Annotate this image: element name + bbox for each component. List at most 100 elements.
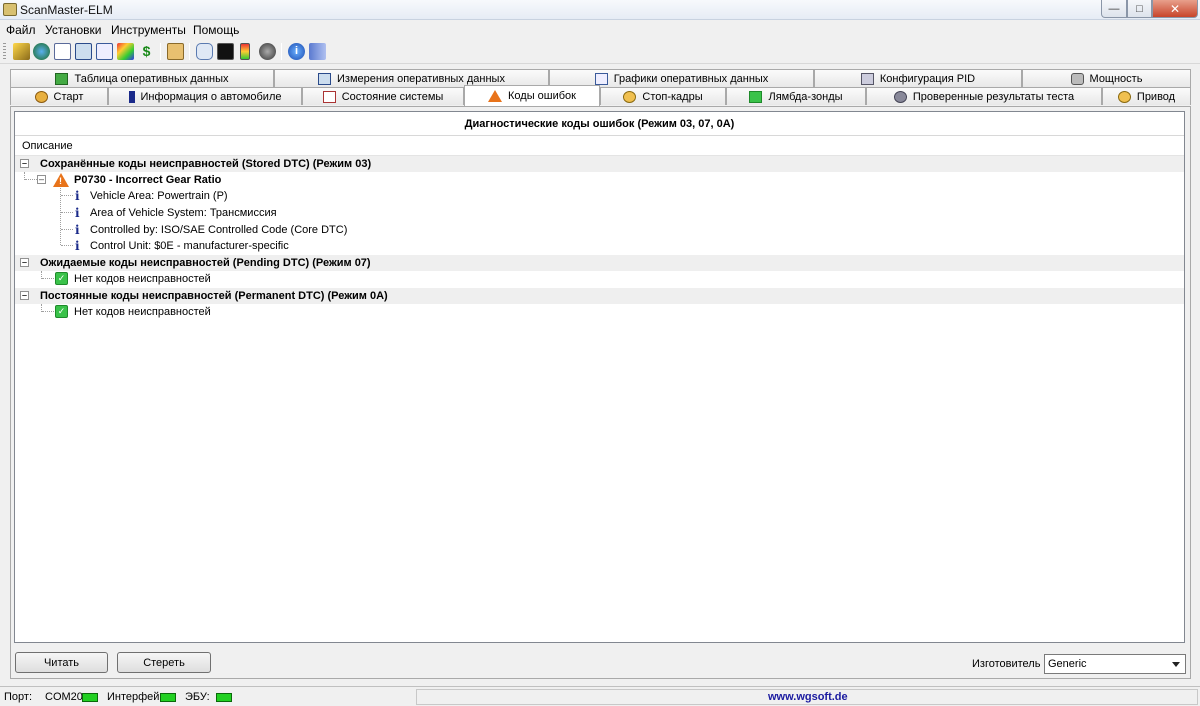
tab-freeze-frames[interactable]: Стоп-кадры — [600, 87, 726, 105]
table-icon[interactable] — [75, 43, 92, 60]
info-icon: i — [75, 206, 80, 220]
tab-label: Привод — [1136, 90, 1176, 103]
tab-label: Стоп-кадры — [642, 90, 703, 103]
group-label: Ожидаемые коды неисправностей (Pending D… — [40, 257, 371, 269]
tree-line — [61, 195, 73, 196]
dtc-detail: i Vehicle Area: Powertrain (P) — [15, 188, 1184, 204]
info-icon: i — [75, 239, 80, 253]
manufacturer-label: Изготовитель — [972, 658, 1041, 670]
clipboard-icon[interactable] — [167, 43, 184, 60]
sensor-icon — [749, 90, 763, 103]
manufacturer-select[interactable]: Generic — [1044, 654, 1186, 674]
chart-icon — [594, 72, 608, 85]
menu-bar: Файл Установки Инструменты Помощь — [0, 20, 1200, 39]
port-label: Порт: — [4, 691, 32, 703]
wand-icon[interactable] — [13, 43, 30, 60]
collapse-icon[interactable]: – — [20, 258, 29, 267]
tab-test-results[interactable]: Проверенные результаты теста — [866, 87, 1102, 105]
status-bar: Порт: COM20 Интерфейс: ЭБУ: www.wgsoft.d… — [0, 686, 1200, 706]
info-icon: i — [75, 189, 80, 203]
maximize-button[interactable]: □ — [1127, 0, 1152, 18]
no-codes-label: Нет кодов неисправностей — [74, 273, 211, 285]
manufacturer-value: Generic — [1048, 658, 1087, 670]
group-label: Сохранённые коды неисправностей (Stored … — [40, 158, 372, 170]
book-icon[interactable] — [309, 43, 326, 60]
chat-icon[interactable] — [196, 43, 213, 60]
detail-text: Vehicle Area: Powertrain (P) — [90, 190, 228, 202]
table-icon — [55, 72, 69, 85]
chart-icon[interactable] — [96, 43, 113, 60]
tree-line — [61, 212, 73, 213]
tab-trouble-codes[interactable]: Коды ошибок — [464, 85, 600, 106]
globe-icon[interactable] — [33, 43, 50, 60]
toolbar-separator — [281, 43, 282, 60]
dtc-entry[interactable]: – ! P0730 - Incorrect Gear Ratio — [15, 172, 1184, 188]
collapse-icon[interactable]: – — [20, 159, 29, 168]
stored-dtc-group[interactable]: – Сохранённые коды неисправностей (Store… — [15, 156, 1184, 172]
battery-icon[interactable] — [240, 43, 250, 60]
tab-label: Информация о автомобиле — [140, 90, 282, 103]
minimize-button[interactable]: — — [1101, 0, 1127, 18]
chevron-down-icon — [1172, 662, 1180, 667]
toolbar-separator — [189, 43, 190, 60]
close-button[interactable]: ✕ — [1152, 0, 1198, 18]
tab-drive[interactable]: Привод — [1102, 87, 1191, 105]
terminal-icon[interactable] — [217, 43, 234, 60]
menu-file[interactable]: Файл — [6, 23, 36, 37]
grid-icon — [318, 72, 332, 85]
ecu-status-led — [216, 693, 232, 702]
app-icon — [3, 3, 17, 16]
toolbar-separator — [160, 43, 161, 60]
menu-tools[interactable]: Инструменты — [111, 23, 186, 37]
permanent-dtc-group[interactable]: – Постоянные коды неисправностей (Perman… — [15, 288, 1184, 304]
disc-icon[interactable] — [259, 43, 276, 60]
tab-label: Состояние системы — [341, 90, 444, 103]
freeze-icon — [623, 90, 637, 103]
dollar-icon[interactable]: $ — [138, 43, 155, 60]
toolbar: $ i — [0, 39, 1200, 64]
info-icon[interactable]: i — [288, 43, 305, 60]
tab-label: Конфигурация PID — [879, 72, 976, 85]
pending-dtc-group[interactable]: – Ожидаемые коды неисправностей (Pending… — [15, 255, 1184, 271]
tab-power[interactable]: Мощность — [1022, 69, 1191, 87]
website-link[interactable]: www.wgsoft.de — [768, 691, 848, 703]
no-codes-row: ✓ Нет кодов неисправностей — [15, 271, 1184, 287]
document-icon[interactable] — [54, 43, 71, 60]
read-button[interactable]: Читать — [15, 652, 108, 673]
dtc-detail: i Area of Vehicle System: Трансмиссия — [15, 205, 1184, 221]
collapse-icon[interactable]: – — [20, 291, 29, 300]
detail-text: Area of Vehicle System: Трансмиссия — [90, 207, 277, 219]
no-codes-row: ✓ Нет кодов неисправностей — [15, 304, 1184, 320]
dtc-tree[interactable]: Диагностические коды ошибок (Режим 03, 0… — [14, 111, 1185, 643]
ecu-label: ЭБУ: — [185, 691, 210, 703]
toolbar-grip — [3, 43, 6, 60]
tree-line — [42, 278, 54, 279]
tab-start[interactable]: Старт — [10, 87, 108, 105]
colors-icon[interactable] — [117, 43, 134, 60]
warning-icon — [488, 90, 502, 102]
tab-o2-sensors[interactable]: Лямбда-зонды — [726, 87, 866, 105]
tab-label: Измерения оперативных данных — [337, 72, 505, 85]
drive-icon — [1117, 90, 1131, 103]
port-value: COM20 — [45, 691, 83, 703]
tree-line — [61, 245, 73, 246]
test-icon — [893, 90, 907, 103]
collapse-icon[interactable]: – — [37, 175, 46, 184]
tab-pid-config[interactable]: Конфигурация PID — [814, 69, 1022, 87]
title-bar: ScanMaster-ELM — □ ✕ — [0, 0, 1200, 20]
settings-icon — [860, 72, 874, 85]
tab-system-status[interactable]: Состояние системы — [302, 87, 464, 105]
ok-icon: ✓ — [55, 272, 68, 285]
tab-live-data-table[interactable]: Таблица оперативных данных — [10, 69, 274, 87]
dtc-code-label: P0730 - Incorrect Gear Ratio — [74, 174, 222, 186]
group-label: Постоянные коды неисправностей (Permanen… — [40, 290, 388, 302]
window-title: ScanMaster-ELM — [20, 3, 113, 17]
tab-vehicle-info[interactable]: Информация о автомобиле — [108, 87, 302, 105]
clear-button[interactable]: Стереть — [117, 652, 211, 673]
menu-settings[interactable]: Установки — [45, 23, 101, 37]
detail-text: Control Unit: $0E - manufacturer-specifi… — [90, 240, 289, 252]
column-header-description[interactable]: Описание — [15, 136, 1184, 156]
menu-help[interactable]: Помощь — [193, 23, 239, 37]
tab-label: Проверенные результаты теста — [912, 90, 1075, 103]
system-icon — [322, 90, 336, 103]
